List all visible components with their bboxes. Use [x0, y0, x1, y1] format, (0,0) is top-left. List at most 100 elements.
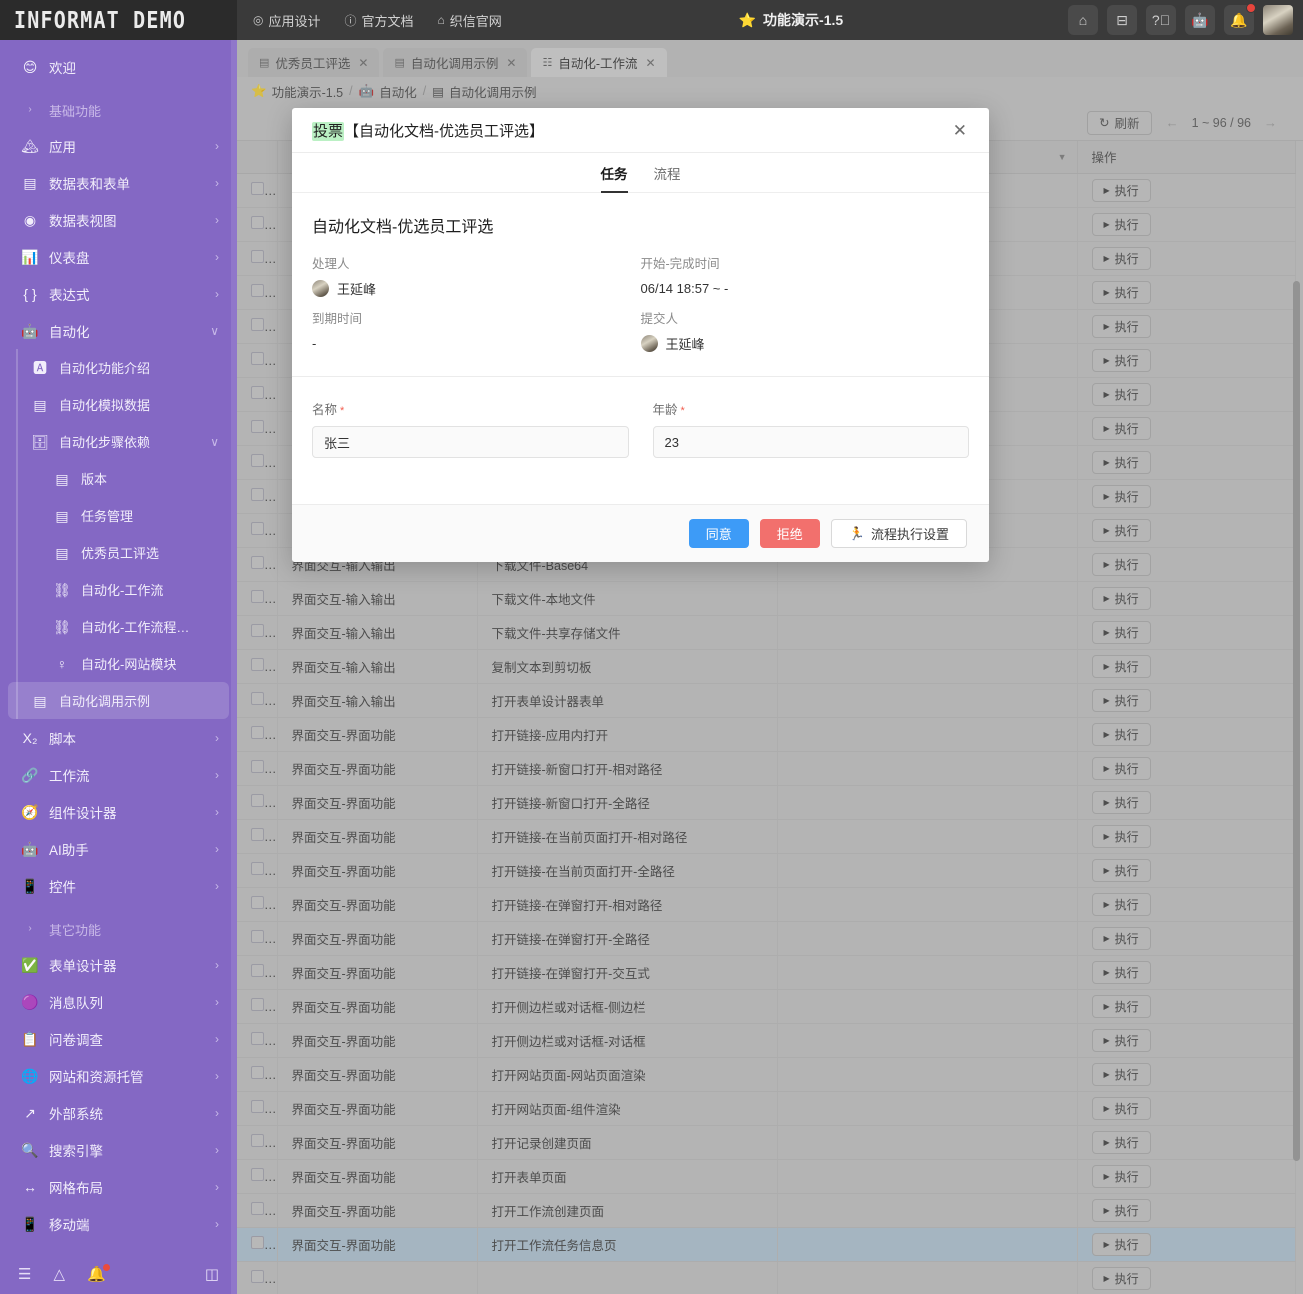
- sidebar-step-item-1[interactable]: ▤任务管理: [8, 497, 229, 534]
- topbar-link-official-docs[interactable]: ⓘ 官方文档: [333, 11, 426, 30]
- sidebar-item-label: 组件设计器: [49, 802, 215, 822]
- field-label: 名称*: [312, 399, 629, 418]
- sidebar-item-after-4[interactable]: 📱控件›: [8, 867, 229, 904]
- feedback-button[interactable]: ⊟: [1107, 5, 1137, 35]
- sidebar-step-item-0[interactable]: ▤版本: [8, 460, 229, 497]
- sidebar-item-after-10[interactable]: ↗外部系统›: [8, 1094, 229, 1131]
- sidebar-step-item-5[interactable]: ♀ 自动化-网站模块: [8, 645, 229, 682]
- sidebar-item-after-11[interactable]: 🔍搜索引擎›: [8, 1131, 229, 1168]
- workflow-icon: 🔗: [20, 768, 40, 782]
- sidebar-item-label: 工作流: [49, 765, 215, 785]
- topbar: ◎ 应用设计 ⓘ 官方文档 ⌂ 织信官网 ⭐ 功能演示-1.5 ⌂ ⊟ ?⃝ 🤖…: [237, 0, 1303, 40]
- name-input[interactable]: [312, 426, 629, 458]
- sidebar-auto-item-1[interactable]: ▤自动化模拟数据: [8, 386, 229, 423]
- dialog-header: 投票【自动化文档-优选员工评选】 ✕: [292, 108, 989, 153]
- topbar-link-label: 官方文档: [362, 11, 414, 30]
- sidebar-item-3[interactable]: ▤数据表和表单›: [8, 164, 229, 201]
- chevron-right-icon: ›: [215, 1143, 219, 1157]
- sidebar-item-label: 版本: [81, 469, 219, 488]
- script-icon: X₂: [20, 731, 40, 745]
- database-icon: 🗄: [30, 435, 50, 449]
- process-settings-button[interactable]: 🏃 流程执行设置: [831, 519, 967, 548]
- sidebar-item-5[interactable]: 📊仪表盘›: [8, 238, 229, 275]
- age-input[interactable]: [653, 426, 970, 458]
- notification-button[interactable]: 🔔: [1224, 5, 1254, 35]
- chevron-right-icon: ›: [215, 879, 219, 893]
- app-root: INFORMAT DEMO 😊欢迎 ›基础功能🏔应用›▤数据表和表单›◉数据表视图…: [0, 0, 1303, 1294]
- sidebar-item-label: 仪表盘: [49, 247, 215, 267]
- field-name: 名称*: [312, 399, 629, 458]
- meta-value: 王延峰: [641, 332, 970, 354]
- sidebar-item-2[interactable]: 🏔应用›: [8, 127, 229, 164]
- ai-robot-button[interactable]: 🤖: [1185, 5, 1215, 35]
- field-label-text: 年龄: [653, 403, 678, 417]
- meta-label: 处理人: [312, 253, 641, 272]
- table-icon: ▤: [20, 176, 40, 190]
- bell-badge: [102, 1263, 111, 1272]
- dashboard-icon: 📊: [20, 250, 40, 264]
- handler-name: 王延峰: [337, 279, 376, 298]
- upgrade-icon[interactable]: △: [53, 1267, 65, 1282]
- topbar-link-official-site[interactable]: ⌂ 织信官网: [426, 11, 514, 30]
- avatar[interactable]: [1263, 5, 1293, 35]
- apps-icon: 🏔: [20, 139, 40, 153]
- brand-logo[interactable]: INFORMAT DEMO: [0, 0, 237, 40]
- component-icon: 🧭: [20, 805, 40, 819]
- meta-value: -: [312, 332, 641, 354]
- table-icon: ▤: [52, 509, 72, 523]
- tab-process[interactable]: 流程: [654, 153, 681, 193]
- tab-task[interactable]: 任务: [601, 153, 628, 193]
- form-designer-icon: ✅: [20, 958, 40, 972]
- menu-icon[interactable]: ☰: [18, 1267, 31, 1282]
- approve-button[interactable]: 同意: [689, 519, 749, 548]
- sidebar-item-7[interactable]: 🤖自动化∨: [8, 312, 229, 349]
- sidebar-item-after-13[interactable]: 📱移动端›: [8, 1205, 229, 1242]
- sidebar-item-4[interactable]: ◉数据表视图›: [8, 201, 229, 238]
- sidebar-item-label: 网格布局: [49, 1177, 215, 1197]
- sidebar-item-after-7[interactable]: 🟣消息队列›: [8, 983, 229, 1020]
- sidebar-item-after-5[interactable]: ›其它功能: [8, 912, 229, 946]
- sidebar-item-0[interactable]: 😊欢迎: [8, 48, 229, 85]
- sidebar-item-after-9[interactable]: 🌐网站和资源托管›: [8, 1057, 229, 1094]
- reject-button[interactable]: 拒绝: [760, 519, 820, 548]
- home-button[interactable]: ⌂: [1068, 5, 1098, 35]
- website-icon: ♀: [52, 657, 72, 671]
- chevron-right-icon: ›: [20, 105, 40, 115]
- sidebar-item-label: 自动化模拟数据: [59, 395, 219, 414]
- sidebar-auto-item-0[interactable]: 🅰自动化功能介绍: [8, 349, 229, 386]
- sidebar-item-after-2[interactable]: 🧭组件设计器›: [8, 793, 229, 830]
- sidebar-step-item-4[interactable]: ⛓自动化-工作流程…: [8, 608, 229, 645]
- sidebar-item-label: 自动化调用示例: [59, 691, 219, 710]
- field-label-text: 名称: [312, 403, 337, 417]
- required-marker: *: [340, 405, 344, 417]
- close-icon[interactable]: ✕: [949, 118, 971, 143]
- meta-handler: 处理人 王延峰: [312, 253, 641, 299]
- sidebar-item-after-0[interactable]: X₂脚本›: [8, 719, 229, 756]
- bell-icon[interactable]: 🔔: [87, 1267, 106, 1282]
- chevron-right-icon: ›: [215, 731, 219, 745]
- sidebar-item-label: 自动化-网站模块: [81, 654, 219, 673]
- sidebar-item-automation-call-example[interactable]: ▤ 自动化调用示例: [8, 682, 229, 719]
- meta-label: 开始-完成时间: [641, 253, 970, 272]
- sidebar-step-item-3[interactable]: ⛓自动化-工作流: [8, 571, 229, 608]
- sidebar-auto-item-2[interactable]: 🗄自动化步骤依赖∨: [8, 423, 229, 460]
- sidebar-item-after-8[interactable]: 📋问卷调查›: [8, 1020, 229, 1057]
- chevron-right-icon: ›: [215, 958, 219, 972]
- sidebar-step-item-2[interactable]: ▤优秀员工评选: [8, 534, 229, 571]
- sidebar-item-after-1[interactable]: 🔗工作流›: [8, 756, 229, 793]
- sidebar-item-label: 控件: [49, 876, 215, 896]
- table-icon: ▤: [52, 546, 72, 560]
- chevron-right-icon: ›: [215, 1069, 219, 1083]
- chevron-right-icon: ›: [215, 1217, 219, 1231]
- sidebar-item-after-6[interactable]: ✅表单设计器›: [8, 946, 229, 983]
- sidebar-item-after-3[interactable]: 🤖AI助手›: [8, 830, 229, 867]
- panel-toggle-icon[interactable]: ◫: [205, 1267, 219, 1282]
- topbar-link-app-design[interactable]: ◎ 应用设计: [241, 11, 333, 30]
- chevron-right-icon: ›: [215, 139, 219, 153]
- sidebar-item-1[interactable]: ›基础功能: [8, 93, 229, 127]
- sidebar-item-after-12[interactable]: ↔网格布局›: [8, 1168, 229, 1205]
- runner-icon: 🏃: [849, 526, 865, 542]
- sidebar-item-6[interactable]: { }表达式›: [8, 275, 229, 312]
- sidebar-item-label: 欢迎: [49, 57, 219, 77]
- help-button[interactable]: ?⃝: [1146, 5, 1176, 35]
